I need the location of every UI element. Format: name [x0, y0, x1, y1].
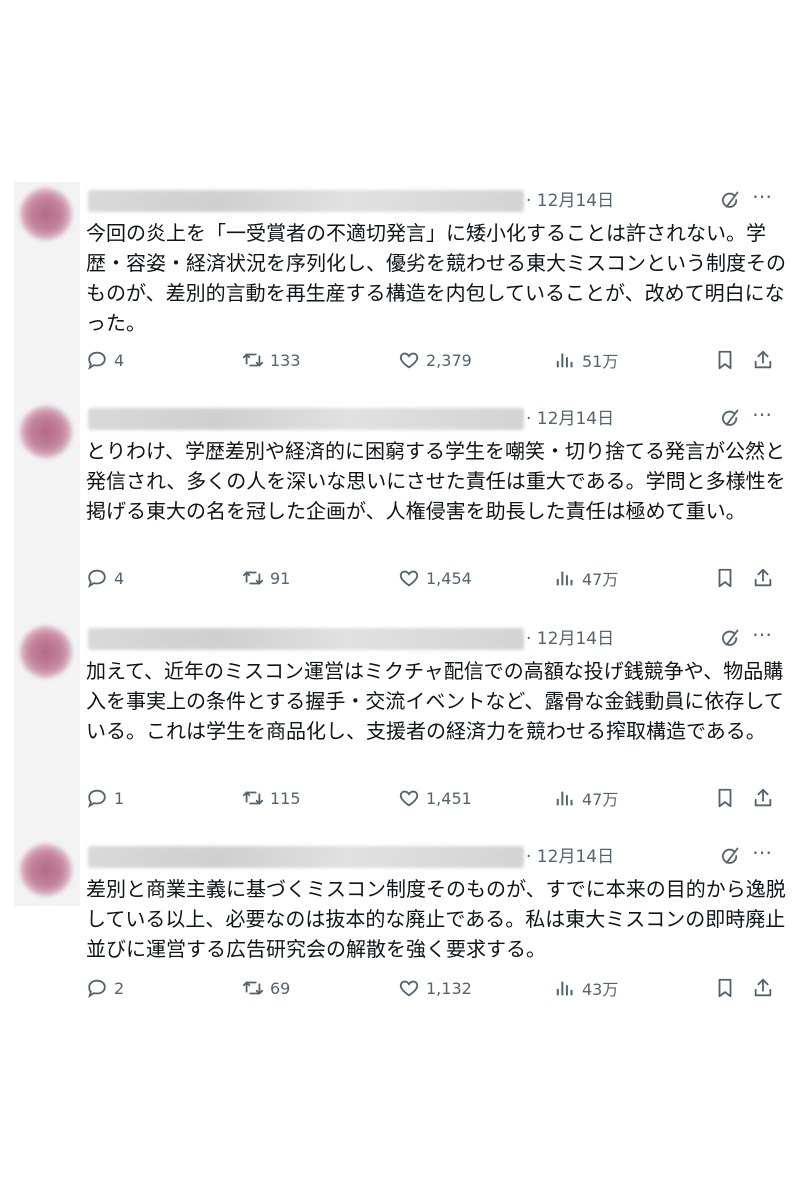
grok-icon[interactable] — [720, 846, 740, 866]
bookmark-icon — [718, 568, 732, 588]
tweet-text: 差別と商業主義に基づくミスコン制度そのものが、すでに本来の目的から逸脱している以… — [86, 877, 786, 961]
views-button[interactable]: 43万 — [554, 974, 618, 1002]
tweet-actions: 4 133 2,379 51万 — [0, 346, 800, 374]
views-button[interactable]: 47万 — [554, 564, 618, 592]
views-count: 51万 — [582, 352, 619, 371]
reply-button[interactable]: 4 — [86, 346, 124, 374]
reply-count: 4 — [114, 568, 125, 588]
bookmark-button[interactable] — [714, 784, 736, 812]
bookmark-icon — [718, 788, 732, 808]
reply-icon — [88, 789, 106, 808]
repost-icon — [242, 981, 264, 995]
bookmark-icon — [718, 350, 732, 370]
views-count: 47万 — [582, 790, 619, 809]
share-icon — [754, 788, 772, 807]
tweet[interactable]: · 12月14日 ⋯ とりわけ、学歴差別や経済的に困窮する学生を嘲笑・切り捨てる… — [0, 400, 800, 620]
views-button[interactable]: 51万 — [554, 346, 618, 374]
reply-button[interactable]: 4 — [86, 564, 124, 592]
repost-button[interactable]: 69 — [242, 974, 290, 1002]
reply-count: 4 — [114, 350, 125, 370]
tweet-thread: · 12月14日 ⋯ 今回の炎上を「一受賞者の不適切発言」に矮小化することは許さ… — [0, 0, 800, 1181]
share-icon — [754, 978, 772, 997]
bookmark-button[interactable] — [714, 974, 736, 1002]
reply-button[interactable]: 1 — [86, 784, 124, 812]
tweet-actions: 4 91 1,454 47万 — [0, 564, 800, 592]
heart-icon — [399, 980, 419, 997]
tweet-date[interactable]: · 12月14日 — [526, 842, 614, 867]
repost-icon — [242, 571, 264, 585]
repost-button[interactable]: 115 — [242, 784, 301, 812]
more-icon[interactable]: ⋯ — [752, 622, 773, 646]
heart-icon — [399, 790, 419, 807]
avatar[interactable] — [20, 844, 72, 896]
like-count: 1,454 — [426, 568, 472, 588]
blurred-user-name[interactable] — [88, 190, 524, 212]
avatar[interactable] — [20, 188, 72, 240]
repost-button[interactable]: 91 — [242, 564, 290, 592]
bookmark-button[interactable] — [714, 346, 736, 374]
tweet[interactable]: · 12月14日 ⋯ 差別と商業主義に基づくミスコン制度そのものが、すでに本来の… — [0, 838, 800, 1008]
tweet-date[interactable]: · 12月14日 — [526, 624, 614, 649]
grok-icon[interactable] — [720, 628, 740, 648]
avatar[interactable] — [20, 626, 72, 678]
reply-icon — [88, 569, 106, 588]
views-icon — [556, 571, 573, 586]
avatar-column — [14, 838, 80, 906]
repost-count: 115 — [270, 788, 301, 808]
repost-count: 133 — [270, 350, 301, 370]
repost-icon — [242, 791, 264, 805]
reply-icon — [88, 979, 106, 998]
share-button[interactable] — [752, 346, 774, 374]
share-button[interactable] — [752, 974, 774, 1002]
more-icon[interactable]: ⋯ — [752, 402, 773, 426]
reply-count: 1 — [114, 788, 125, 808]
heart-icon — [399, 570, 419, 587]
bookmark-icon — [718, 978, 732, 998]
bookmark-button[interactable] — [714, 564, 736, 592]
repost-icon — [242, 353, 264, 367]
like-button[interactable]: 1,132 — [398, 974, 472, 1002]
grok-icon[interactable] — [720, 190, 740, 210]
heart-icon — [399, 352, 419, 369]
repost-count: 91 — [270, 568, 291, 588]
like-count: 1,132 — [426, 978, 472, 998]
repost-count: 69 — [270, 978, 291, 998]
like-button[interactable]: 2,379 — [398, 346, 472, 374]
tweet-text: とりわけ、学歴差別や経済的に困窮する学生を嘲笑・切り捨てる発言が公然と発信され、… — [86, 439, 786, 523]
views-button[interactable]: 47万 — [554, 784, 618, 812]
reply-button[interactable]: 2 — [86, 974, 124, 1002]
tweet-actions: 2 69 1,132 43万 — [0, 974, 800, 1002]
avatar[interactable] — [20, 406, 72, 458]
like-count: 2,379 — [426, 350, 472, 370]
share-button[interactable] — [752, 564, 774, 592]
grok-icon[interactable] — [720, 408, 740, 428]
blurred-user-name[interactable] — [88, 846, 524, 868]
tweet-text: 加えて、近年のミスコン運営はミクチャ配信での高額な投げ銭競争や、物品購入を事実上… — [86, 659, 784, 743]
blurred-user-name[interactable] — [88, 408, 524, 430]
share-icon — [754, 350, 772, 369]
more-icon[interactable]: ⋯ — [752, 184, 773, 208]
like-count: 1,451 — [426, 788, 472, 808]
tweet-date[interactable]: · 12月14日 — [526, 186, 614, 211]
repost-button[interactable]: 133 — [242, 346, 301, 374]
tweet[interactable]: · 12月14日 ⋯ 加えて、近年のミスコン運営はミクチャ配信での高額な投げ銭競… — [0, 620, 800, 838]
views-icon — [556, 981, 573, 996]
reply-icon — [88, 351, 106, 370]
views-icon — [556, 353, 573, 368]
reply-count: 2 — [114, 978, 125, 998]
share-icon — [754, 568, 772, 587]
like-button[interactable]: 1,454 — [398, 564, 472, 592]
like-button[interactable]: 1,451 — [398, 784, 472, 812]
blurred-user-name[interactable] — [88, 628, 524, 650]
share-button[interactable] — [752, 784, 774, 812]
views-icon — [556, 791, 573, 806]
views-count: 47万 — [582, 570, 619, 589]
tweet-date[interactable]: · 12月14日 — [526, 404, 614, 429]
tweet-actions: 1 115 1,451 47万 — [0, 784, 800, 812]
tweet-text: 今回の炎上を「一受賞者の不適切発言」に矮小化することは許されない。学歴・容姿・経… — [86, 221, 786, 335]
views-count: 43万 — [582, 980, 619, 999]
more-icon[interactable]: ⋯ — [752, 840, 773, 864]
tweet[interactable]: · 12月14日 ⋯ 今回の炎上を「一受賞者の不適切発言」に矮小化することは許さ… — [0, 182, 800, 400]
